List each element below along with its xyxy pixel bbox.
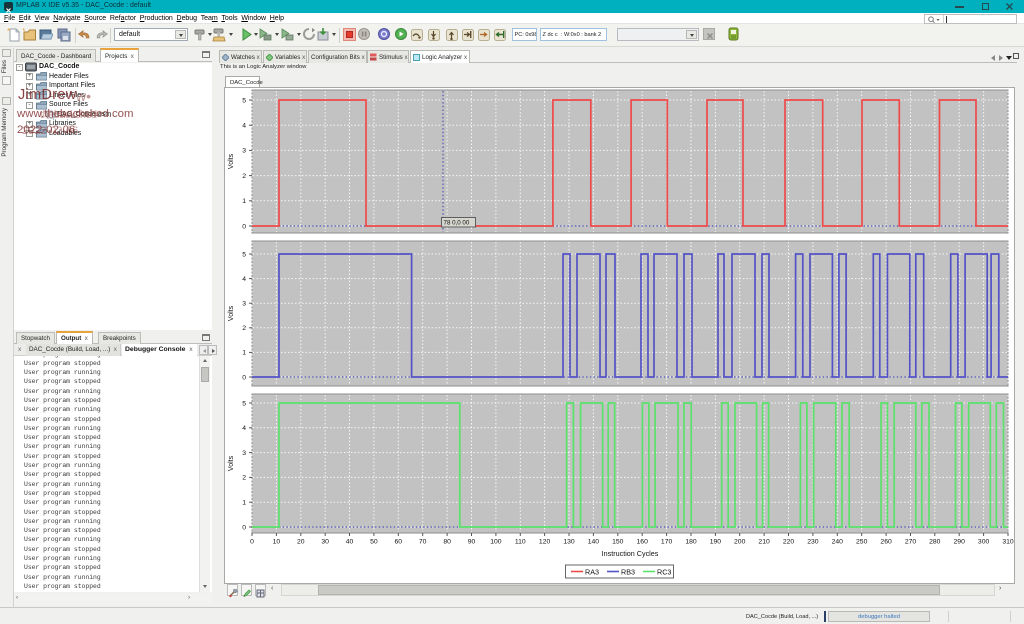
svg-text:1: 1 [242, 350, 246, 357]
svg-text:150: 150 [612, 539, 624, 546]
svg-text:3: 3 [242, 450, 246, 457]
svg-text:Volts: Volts [228, 305, 235, 321]
svg-text:140: 140 [588, 539, 600, 546]
svg-text:4: 4 [242, 276, 246, 283]
svg-text:10: 10 [273, 539, 281, 546]
svg-text:210: 210 [758, 539, 770, 546]
svg-text:300: 300 [978, 539, 990, 546]
svg-text:Volts: Volts [228, 455, 235, 471]
svg-text:Instruction Cycles: Instruction Cycles [602, 549, 659, 558]
svg-text:5: 5 [242, 251, 246, 258]
svg-text:78 0,0 00: 78 0,0 00 [444, 220, 470, 227]
svg-text:190: 190 [710, 539, 722, 546]
svg-text:5: 5 [242, 97, 246, 104]
svg-text:70: 70 [419, 539, 427, 546]
svg-text:100: 100 [490, 539, 502, 546]
svg-text:0: 0 [250, 539, 254, 546]
svg-text:180: 180 [685, 539, 697, 546]
svg-text:130: 130 [563, 539, 575, 546]
svg-text:5: 5 [242, 400, 246, 407]
svg-text:220: 220 [783, 539, 795, 546]
svg-text:40: 40 [346, 539, 354, 546]
svg-text:310: 310 [1002, 539, 1014, 546]
svg-text:2: 2 [242, 325, 246, 332]
svg-text:1: 1 [242, 198, 246, 205]
svg-text:260: 260 [880, 539, 892, 546]
svg-text:280: 280 [929, 539, 941, 546]
svg-text:30: 30 [321, 539, 329, 546]
svg-text:3: 3 [242, 148, 246, 155]
svg-text:0: 0 [242, 524, 246, 531]
svg-text:120: 120 [539, 539, 551, 546]
svg-text:50: 50 [370, 539, 378, 546]
svg-text:2: 2 [242, 173, 246, 180]
svg-text:160: 160 [637, 539, 649, 546]
svg-text:60: 60 [395, 539, 403, 546]
svg-text:80: 80 [443, 539, 451, 546]
svg-text:RA3: RA3 [585, 567, 599, 576]
svg-text:20: 20 [297, 539, 305, 546]
svg-text:110: 110 [515, 539, 526, 546]
svg-text:250: 250 [856, 539, 868, 546]
svg-text:RC3: RC3 [657, 567, 671, 576]
svg-text:Volts: Volts [228, 153, 235, 169]
svg-text:90: 90 [468, 539, 476, 546]
svg-text:240: 240 [832, 539, 844, 546]
svg-text:4: 4 [242, 123, 246, 130]
svg-text:170: 170 [661, 539, 673, 546]
svg-text:200: 200 [734, 539, 746, 546]
svg-text:3: 3 [242, 301, 246, 308]
svg-text:270: 270 [905, 539, 917, 546]
svg-text:4: 4 [242, 425, 246, 432]
svg-text:290: 290 [954, 539, 966, 546]
svg-text:RB3: RB3 [621, 567, 635, 576]
svg-text:0: 0 [242, 374, 246, 381]
svg-text:230: 230 [807, 539, 819, 546]
svg-text:0: 0 [242, 223, 246, 230]
svg-text:2: 2 [242, 475, 246, 482]
svg-text:1: 1 [242, 500, 246, 507]
